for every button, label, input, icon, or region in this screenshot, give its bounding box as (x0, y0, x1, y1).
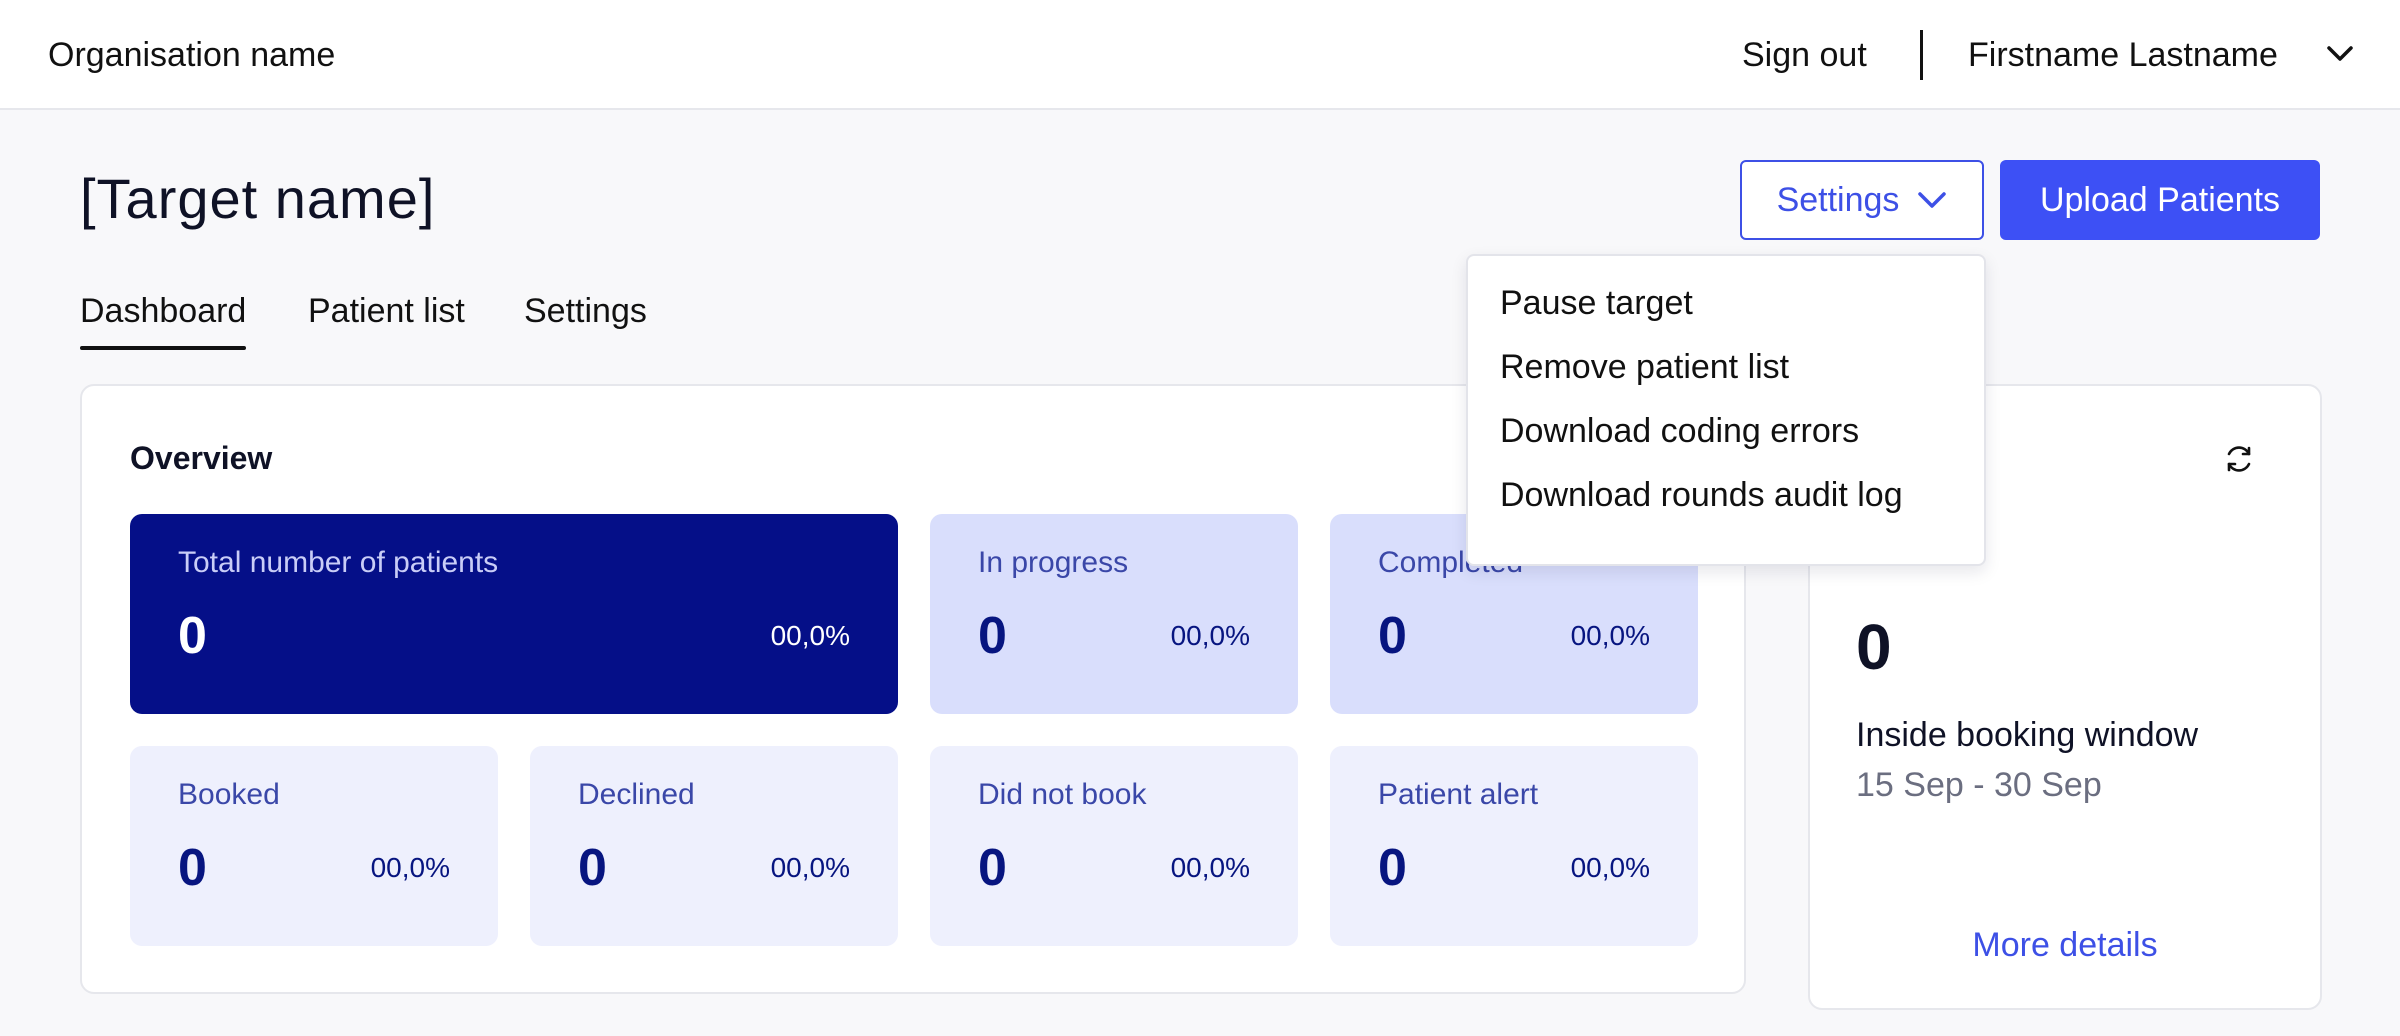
settings-dropdown-menu: Pause target Remove patient list Downloa… (1466, 254, 1986, 566)
menu-item-download-audit-log[interactable]: Download rounds audit log (1500, 476, 1903, 515)
stat-value: 0 (978, 607, 1007, 665)
stat-percent: 00,0% (1570, 620, 1650, 651)
booking-date-range: 15 Sep - 30 Sep (1856, 766, 2102, 804)
organisation-name: Organisation name (48, 36, 336, 74)
menu-item-pause-target[interactable]: Pause target (1500, 284, 1693, 323)
tab-patient-list[interactable]: Patient list (308, 292, 465, 331)
stat-label: Declined (578, 778, 695, 811)
tab-settings[interactable]: Settings (524, 292, 647, 331)
stat-label: Booked (178, 778, 280, 811)
stat-label: Patient alert (1378, 778, 1539, 811)
stat-value: 0 (178, 839, 207, 897)
stat-value: 0 (178, 607, 207, 665)
stat-value: 0 (1378, 839, 1407, 897)
chevron-down-icon[interactable] (2326, 44, 2354, 64)
upload-patients-button[interactable]: Upload Patients (2000, 160, 2320, 240)
stat-value: 0 (978, 839, 1007, 897)
stat-percent: 00,0% (1570, 852, 1650, 883)
stat-percent: 00,0% (770, 852, 850, 883)
stat-card-total: Total number of patients 0 00,0% (130, 514, 898, 714)
chevron-down-icon (1918, 192, 1947, 208)
booking-count: 0 (1856, 611, 1892, 683)
stat-value: 0 (1378, 607, 1407, 665)
stat-card-patient-alert: Patient alert 0 00,0% (1330, 746, 1698, 946)
menu-item-download-coding-errors[interactable]: Download coding errors (1500, 412, 1859, 451)
stat-label: In progress (978, 546, 1129, 579)
sign-out-link[interactable]: Sign out (1742, 36, 1867, 75)
tab-dashboard[interactable]: Dashboard (80, 292, 247, 350)
stat-percent: 00,0% (1170, 620, 1250, 651)
overview-title: Overview (130, 440, 273, 476)
stat-percent: 00,0% (370, 852, 450, 883)
stat-percent: 00,0% (770, 620, 850, 651)
stat-label: Total number of patients (178, 546, 499, 579)
stat-card-booked: Booked 0 00,0% (130, 746, 498, 946)
stat-card-did-not-book: Did not book 0 00,0% (930, 746, 1298, 946)
stat-value: 0 (578, 839, 607, 897)
more-details-link[interactable]: More details (1810, 926, 2320, 965)
stat-card-declined: Declined 0 00,0% (530, 746, 898, 946)
user-menu[interactable]: Firstname Lastname (1968, 36, 2278, 75)
refresh-icon[interactable] (2222, 442, 2256, 476)
stat-card-in-progress: In progress 0 00,0% (930, 514, 1298, 714)
stat-label: Did not book (978, 778, 1147, 811)
settings-dropdown-button[interactable]: Settings (1740, 160, 1984, 240)
top-bar: Organisation name Sign out Firstname Las… (0, 0, 2400, 110)
page-title: [Target name] (80, 167, 436, 230)
stat-percent: 00,0% (1170, 852, 1250, 883)
menu-item-remove-patient-list[interactable]: Remove patient list (1500, 348, 1789, 387)
booking-window-label: Inside booking window (1856, 716, 2199, 754)
settings-button-label: Settings (1776, 180, 1900, 219)
divider (1920, 30, 1923, 80)
